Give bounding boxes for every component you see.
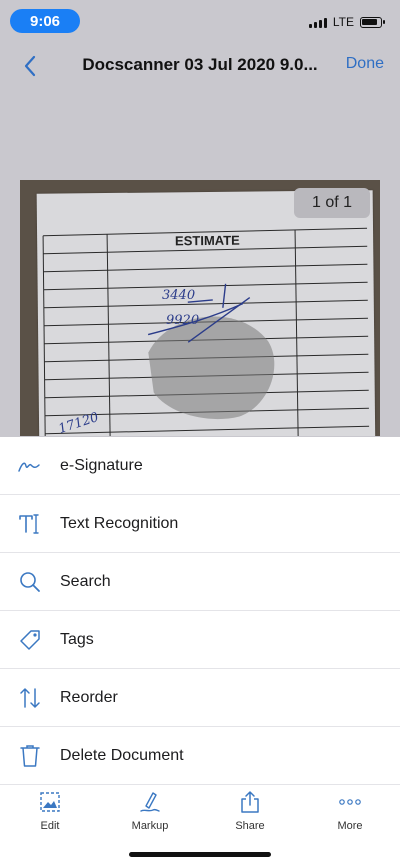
done-button[interactable]: Done <box>346 55 384 73</box>
share-icon <box>237 790 263 814</box>
trash-icon <box>0 727 60 785</box>
menu-item-label: Search <box>60 573 111 590</box>
signal-icon <box>308 17 327 28</box>
bottom-toolbar: Edit Markup Share More <box>0 786 400 836</box>
navigation-bar: Docscanner 03 Jul 2020 9.0... Done <box>0 44 400 88</box>
battery-icon <box>360 16 385 28</box>
scanned-page <box>36 190 376 436</box>
menu-item-reorder[interactable]: Reorder <box>0 669 400 727</box>
pen-icon <box>137 790 163 814</box>
signature-icon <box>0 437 60 495</box>
network-label: LTE <box>332 15 354 29</box>
search-icon <box>0 553 60 611</box>
tab-label: Share <box>235 820 265 832</box>
tab-share[interactable]: Share <box>200 786 300 836</box>
status-bar: 9:06 LTE <box>0 0 400 44</box>
reorder-icon <box>0 669 60 727</box>
menu-item-label: Text Recognition <box>60 515 179 532</box>
menu-item-label: Tags <box>60 631 94 648</box>
status-time: 9:06 <box>10 9 80 33</box>
tab-label: Edit <box>40 820 60 832</box>
tab-label: More <box>337 820 363 832</box>
handwriting-value-2: 9920 <box>166 313 200 328</box>
document-title: Docscanner 03 Jul 2020 9.0... <box>82 55 318 74</box>
tab-label: Markup <box>131 820 169 832</box>
page-counter: 1 of 1 <box>294 188 370 218</box>
menu-item-delete-document[interactable]: Delete Document <box>0 727 400 785</box>
menu-item-label: Delete Document <box>60 747 184 764</box>
home-indicator[interactable] <box>129 852 271 857</box>
tab-more[interactable]: More <box>300 786 400 836</box>
menu-item-label: e-Signature <box>60 457 143 474</box>
more-icon <box>337 790 363 814</box>
menu-item-e-signature[interactable]: e-Signature <box>0 437 400 495</box>
menu-item-tags[interactable]: Tags <box>0 611 400 669</box>
text-recognition-icon <box>0 495 60 553</box>
document-heading: ESTIMATE <box>174 232 240 249</box>
menu-item-label: Reorder <box>60 689 118 706</box>
tab-edit[interactable]: Edit <box>0 786 100 836</box>
status-indicators: LTE <box>308 12 385 32</box>
chevron-left-icon <box>24 55 36 77</box>
estimate-table-image <box>42 227 370 436</box>
document-preview[interactable]: ESTIMATE 3440 9920 17120 1 of 1 <box>20 180 380 436</box>
divider <box>0 784 400 785</box>
menu-item-search[interactable]: Search <box>0 553 400 611</box>
crop-icon <box>37 790 63 814</box>
tab-markup[interactable]: Markup <box>100 786 200 836</box>
menu-item-text-recognition[interactable]: Text Recognition <box>0 495 400 553</box>
tag-icon <box>0 611 60 669</box>
back-button[interactable] <box>16 52 44 80</box>
handwriting-value-1: 3440 <box>162 288 196 303</box>
